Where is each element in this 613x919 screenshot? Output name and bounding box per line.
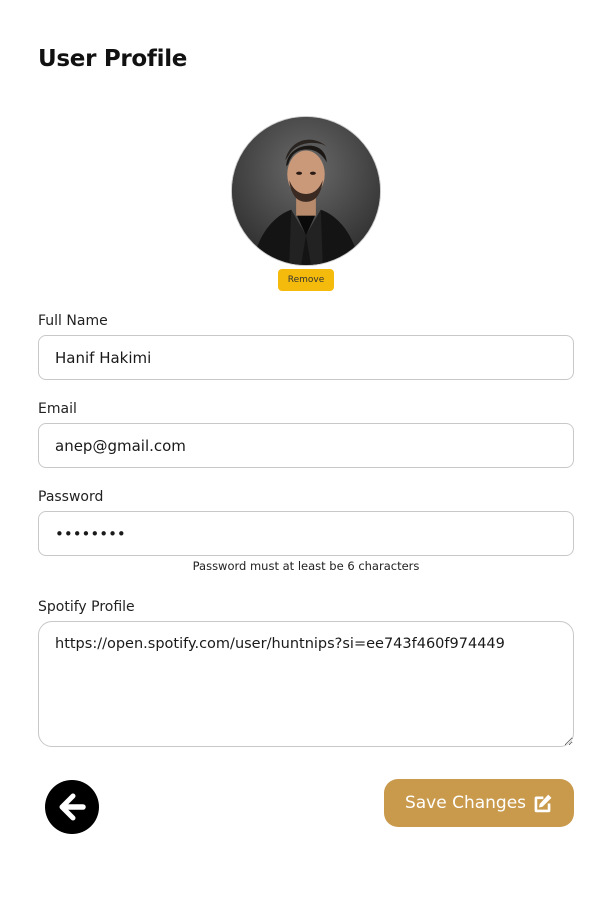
edit-icon xyxy=(534,794,552,812)
full-name-input[interactable] xyxy=(38,335,574,380)
spotify-profile-input[interactable]: https://open.spotify.com/user/huntnips?s… xyxy=(38,621,574,747)
arrow-left-icon xyxy=(59,793,86,821)
password-input[interactable] xyxy=(38,511,574,556)
password-hint: Password must at least be 6 characters xyxy=(192,559,420,573)
full-name-label: Full Name xyxy=(38,313,108,329)
email-input[interactable] xyxy=(38,423,574,468)
remove-avatar-button[interactable]: Remove xyxy=(278,269,334,291)
back-button[interactable] xyxy=(45,780,99,834)
password-label: Password xyxy=(38,489,104,505)
avatar xyxy=(231,116,381,266)
page-title: User Profile xyxy=(38,46,188,72)
avatar-image xyxy=(232,117,380,265)
email-label: Email xyxy=(38,401,77,417)
save-changes-button[interactable]: Save Changes xyxy=(384,779,574,827)
spotify-profile-label: Spotify Profile xyxy=(38,599,135,615)
save-changes-label: Save Changes xyxy=(404,793,527,813)
